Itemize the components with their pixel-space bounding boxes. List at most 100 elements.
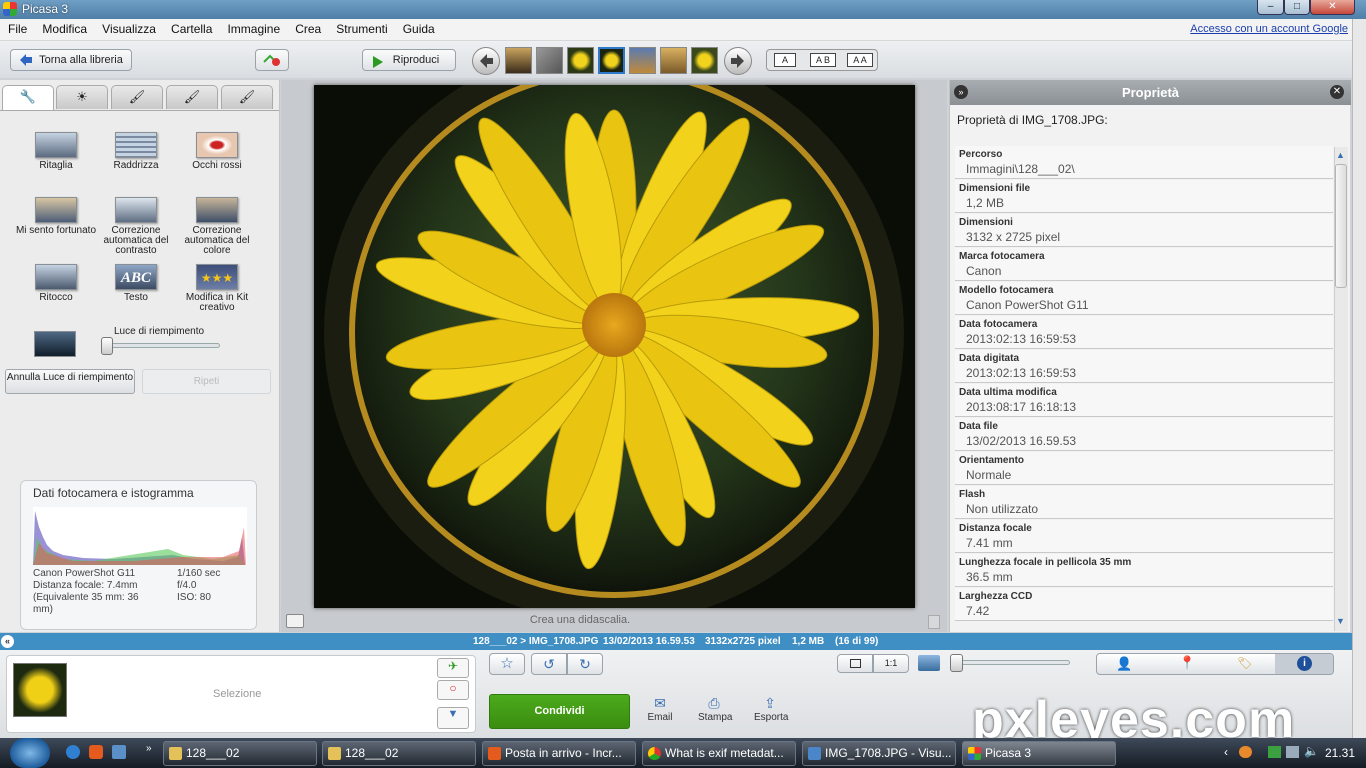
menu-cartella[interactable]: Cartella [167, 19, 216, 36]
clear-selection-icon[interactable]: ○ [437, 680, 469, 700]
collapse-panel-icon[interactable]: » [954, 85, 968, 99]
email-button[interactable]: ✉ Email [644, 695, 676, 723]
rotate-left-button[interactable]: ↺ [531, 653, 567, 675]
close-panel-icon[interactable]: ✕ [1330, 85, 1344, 99]
share-button[interactable]: Condividi [489, 694, 630, 729]
fill-light-label: Luce di riempimento [114, 326, 205, 337]
property-row: Dimensioni file 1,2 MB [955, 180, 1333, 213]
tray-network-icon[interactable] [1286, 746, 1299, 758]
ie-icon[interactable] [66, 745, 80, 759]
task-folder-1[interactable]: 128___02 [163, 741, 317, 766]
filmstrip-thumb[interactable] [691, 47, 718, 74]
menu-strumenti[interactable]: Strumenti [332, 19, 391, 36]
tool-creative-kit-label: Modifica in Kit creativo [185, 292, 249, 313]
tab-effects-3[interactable]: 🖌 [221, 85, 273, 109]
trash-icon[interactable] [928, 615, 940, 629]
print-button[interactable]: ⎙ Stampa [698, 695, 732, 723]
tool-auto-color[interactable]: Correzione automatica del colore [176, 197, 258, 256]
filmstrip-thumb[interactable] [536, 47, 563, 74]
tool-auto-contrast[interactable]: Correzione automatica del contrasto [95, 197, 177, 256]
scroll-down-icon[interactable]: ▼ [1336, 616, 1345, 626]
zoom-slider[interactable] [950, 654, 963, 672]
caption-mode-ab[interactable]: A B [810, 53, 836, 67]
menu-file[interactable]: File [4, 19, 31, 36]
tray-expand-icon[interactable]: ‹ [1224, 745, 1228, 759]
star-button[interactable]: ☆ [489, 653, 525, 675]
thunderbird-icon[interactable] [89, 745, 103, 759]
tray-security-icon[interactable] [1268, 746, 1281, 758]
tool-text[interactable]: ABC Testo [95, 264, 177, 303]
stars-icon: ★★★ [196, 264, 238, 290]
property-row: Data ultima modifica 2013:08:17 16:18:13 [955, 384, 1333, 417]
rotate-right-button[interactable]: ↻ [567, 653, 603, 675]
quicklaunch-more-icon[interactable]: » [146, 743, 152, 754]
minimize-button[interactable]: – [1257, 0, 1284, 15]
tool-feeling-lucky[interactable]: Mi sento fortunato [15, 197, 97, 236]
previous-photo-button[interactable] [472, 47, 500, 75]
people-icon[interactable]: 👤 [1116, 656, 1132, 672]
tool-straighten[interactable]: Raddrizza [95, 132, 177, 171]
tool-crop[interactable]: Ritaglia [15, 132, 97, 171]
property-key: Orientamento [959, 455, 1025, 466]
caption-mode-aa[interactable]: A A [847, 53, 873, 67]
selected-photo-thumb[interactable] [13, 663, 67, 717]
start-button[interactable] [10, 738, 50, 768]
info-icon[interactable]: i [1297, 656, 1312, 671]
maximize-button[interactable]: □ [1284, 0, 1310, 15]
brush-blue-icon: 🖌 [238, 89, 256, 104]
map-pin-icon[interactable]: 📍 [1179, 655, 1195, 671]
filmstrip-thumb[interactable] [660, 47, 687, 74]
arrow-left-icon [473, 54, 499, 77]
menu-crea[interactable]: Crea [291, 19, 325, 36]
properties-scroll-thumb[interactable] [1335, 164, 1347, 288]
google-account-link[interactable]: Accesso con un account Google [1190, 23, 1348, 35]
close-window-button[interactable]: ✕ [1310, 0, 1355, 15]
caption-toggle-icon[interactable] [286, 614, 304, 628]
outer-scrollbar[interactable] [1352, 19, 1366, 739]
task-picasa-active[interactable]: Picasa 3 [962, 741, 1116, 766]
scroll-up-icon[interactable]: ▲ [1336, 150, 1345, 160]
show-desktop-icon[interactable] [112, 745, 126, 759]
menu-modifica[interactable]: Modifica [38, 19, 91, 36]
back-to-library-button[interactable]: Torna alla libreria [10, 49, 132, 71]
caption-mode-a[interactable]: A [774, 53, 796, 67]
tags-icon[interactable]: 🏷 [1237, 656, 1252, 670]
main-photo[interactable] [314, 43, 915, 623]
tray-app-icon[interactable] [1239, 746, 1252, 758]
task-chrome[interactable]: What is exif metadat... [642, 741, 796, 766]
redo-button[interactable]: Ripeti [142, 369, 271, 394]
undo-fill-light-button[interactable]: Annulla Luce di riempimento [5, 369, 135, 394]
tab-tuning[interactable]: ☀ [56, 85, 108, 109]
menu-visualizza[interactable]: Visualizza [98, 19, 160, 36]
tab-effects[interactable]: 🖌 [111, 85, 163, 109]
upload-button[interactable] [255, 49, 289, 71]
collapse-tray-icon[interactable]: « [1, 635, 14, 648]
menu-immagine[interactable]: Immagine [223, 19, 284, 36]
tool-creative-kit[interactable]: ★★★ Modifica in Kit creativo [176, 264, 258, 313]
export-button[interactable]: ⇪ Esporta [754, 695, 788, 723]
filmstrip-thumb-selected[interactable] [598, 47, 625, 74]
zoom-1to1-button[interactable]: 1:1 [873, 654, 909, 673]
print-icon: ⎙ [708, 695, 720, 711]
filmstrip-thumb[interactable] [505, 47, 532, 74]
task-folder-2[interactable]: 128___02 [322, 741, 476, 766]
menu-guida[interactable]: Guida [399, 19, 439, 36]
tray-volume-icon[interactable]: 🔈 [1304, 744, 1319, 758]
fit-to-window-button[interactable] [837, 654, 873, 673]
caption-placeholder[interactable]: Crea una didascalia. [500, 614, 660, 626]
tool-retouch[interactable]: Ritocco [15, 264, 97, 303]
hold-pin-icon[interactable]: ✈ [437, 658, 469, 678]
task-thunderbird[interactable]: Posta in arrivo - Incr... [482, 741, 636, 766]
tab-basic-fixes[interactable]: 🔧 [2, 85, 54, 111]
rotate-right-icon: ↻ [579, 656, 591, 672]
tool-red-eye[interactable]: Occhi rossi [176, 132, 258, 171]
filmstrip-thumb[interactable] [567, 47, 594, 74]
task-image-viewer[interactable]: IMG_1708.JPG - Visu... [802, 741, 956, 766]
next-photo-button[interactable] [724, 47, 752, 75]
add-to-album-icon[interactable]: ▼ [437, 707, 469, 729]
tab-effects-2[interactable]: 🖌 [166, 85, 218, 109]
filmstrip-thumb[interactable] [629, 47, 656, 74]
histogram-title: Dati fotocamera e istogramma [33, 486, 194, 500]
play-slideshow-button[interactable]: Riproduci [362, 49, 456, 71]
fill-light-slider[interactable] [101, 337, 113, 355]
